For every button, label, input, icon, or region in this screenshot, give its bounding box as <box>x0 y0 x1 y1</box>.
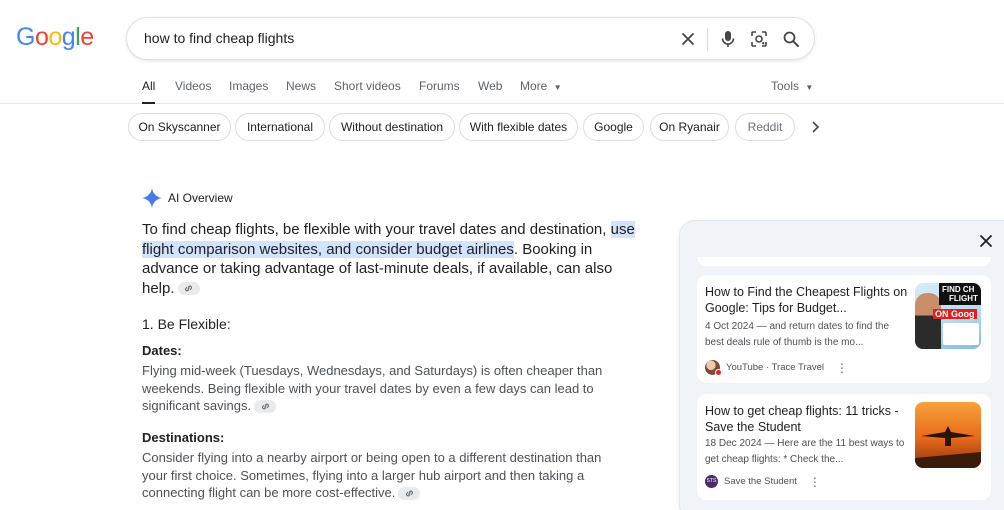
destinations-paragraph: Consider flying into a nearby airport or… <box>142 449 627 502</box>
tab-news[interactable]: News <box>286 79 316 104</box>
chevron-right-icon[interactable] <box>806 118 824 136</box>
tools-button[interactable]: Tools ▼ <box>771 79 813 93</box>
source-name: Save the Student <box>724 476 797 487</box>
source-title[interactable]: How to get cheap flights: 11 tricks - Sa… <box>705 403 910 435</box>
tab-web[interactable]: Web <box>478 79 502 104</box>
clear-icon[interactable] <box>678 29 698 49</box>
previous-source-card <box>697 257 991 266</box>
link-icon[interactable] <box>177 282 200 296</box>
source-attribution: STS Save the Student ⋮ <box>705 475 821 488</box>
search-box[interactable]: how to find cheap flights <box>126 17 815 60</box>
chip-on-ryanair[interactable]: On Ryanair <box>650 113 729 141</box>
youtube-avatar-icon <box>705 360 722 376</box>
video-thumbnail[interactable]: FIND CH FLIGHT ON Goog <box>915 283 981 349</box>
ai-overview-header: AI Overview <box>142 188 233 208</box>
source-snippet: 4 Oct 2024 — and return dates to find th… <box>705 321 890 348</box>
section-heading: 1. Be Flexible: <box>142 316 231 332</box>
google-logo[interactable]: Google <box>16 22 94 52</box>
thumbnail-person <box>915 293 941 349</box>
article-thumbnail[interactable] <box>915 402 981 468</box>
airplane-silhouette <box>915 426 981 468</box>
search-tabs: All Videos Images News Short videos Foru… <box>0 76 1004 104</box>
chip-without-destination[interactable]: Without destination <box>329 113 455 141</box>
search-icon[interactable] <box>781 29 801 49</box>
link-icon[interactable] <box>254 400 277 414</box>
thumbnail-screen <box>943 323 979 345</box>
chip-international[interactable]: International <box>235 113 325 141</box>
link-icon[interactable] <box>398 487 421 501</box>
tab-more-label: More <box>520 79 548 93</box>
dates-text: Flying mid-week (Tuesdays, Wednesdays, a… <box>142 363 603 413</box>
ai-overview-lead: To find cheap flights, be flexible with … <box>142 220 642 298</box>
chip-with-flexible-dates[interactable]: With flexible dates <box>459 113 578 141</box>
tab-forums[interactable]: Forums <box>419 79 460 104</box>
chip-reddit[interactable]: Reddit <box>735 113 795 141</box>
site-favicon-icon: STS <box>705 475 718 488</box>
lens-icon[interactable] <box>749 29 769 49</box>
logo-letter: G <box>16 23 35 51</box>
search-input[interactable]: how to find cheap flights <box>144 30 294 46</box>
logo-letter: o <box>34 23 49 51</box>
tab-images[interactable]: Images <box>229 79 268 104</box>
tools-label: Tools <box>771 79 800 93</box>
thumbnail-text-b: FLIGHT <box>949 294 978 303</box>
tab-short-videos[interactable]: Short videos <box>334 79 401 104</box>
source-attribution: YouTube · Trace Travel ⋮ <box>705 360 848 376</box>
caret-down-icon: ▼ <box>553 83 562 92</box>
tab-all[interactable]: All <box>142 79 156 104</box>
chip-google[interactable]: Google <box>583 113 644 141</box>
dates-paragraph: Flying mid-week (Tuesdays, Wednesdays, a… <box>142 362 627 415</box>
search-divider <box>707 28 708 51</box>
dates-heading: Dates: <box>142 343 182 358</box>
destinations-heading: Destinations: <box>142 430 225 445</box>
logo-letter: e <box>80 23 94 51</box>
source-card[interactable]: How to Find the Cheapest Flights on Goog… <box>697 275 991 383</box>
source-card[interactable]: How to get cheap flights: 11 tricks - Sa… <box>697 394 991 500</box>
more-options-icon[interactable]: ⋮ <box>836 362 848 374</box>
refinement-chips: On Skyscanner International Without dest… <box>128 113 808 141</box>
microphone-icon[interactable] <box>718 29 738 49</box>
caret-down-icon: ▼ <box>805 83 814 92</box>
thumbnail-text-a: FIND CH <box>942 285 975 294</box>
more-options-icon[interactable]: ⋮ <box>809 476 821 488</box>
ai-overview-label: AI Overview <box>168 191 233 205</box>
destinations-text: Consider flying into a nearby airport or… <box>142 450 602 500</box>
tab-videos[interactable]: Videos <box>175 79 211 104</box>
tab-more[interactable]: More ▼ <box>520 79 562 104</box>
thumbnail-text-c: ON Goog <box>933 309 977 319</box>
sparkle-icon <box>142 188 162 208</box>
logo-letter: g <box>61 23 76 51</box>
logo-letter: o <box>48 23 62 51</box>
source-title[interactable]: How to Find the Cheapest Flights on Goog… <box>705 284 910 316</box>
source-name: YouTube · Trace Travel <box>726 362 825 373</box>
lead-text-a: To find cheap flights, be flexible with … <box>142 221 611 238</box>
close-icon[interactable] <box>976 231 996 251</box>
source-snippet: 18 Dec 2024 — Here are the 11 best ways … <box>705 438 905 465</box>
chip-on-skyscanner[interactable]: On Skyscanner <box>128 113 231 141</box>
